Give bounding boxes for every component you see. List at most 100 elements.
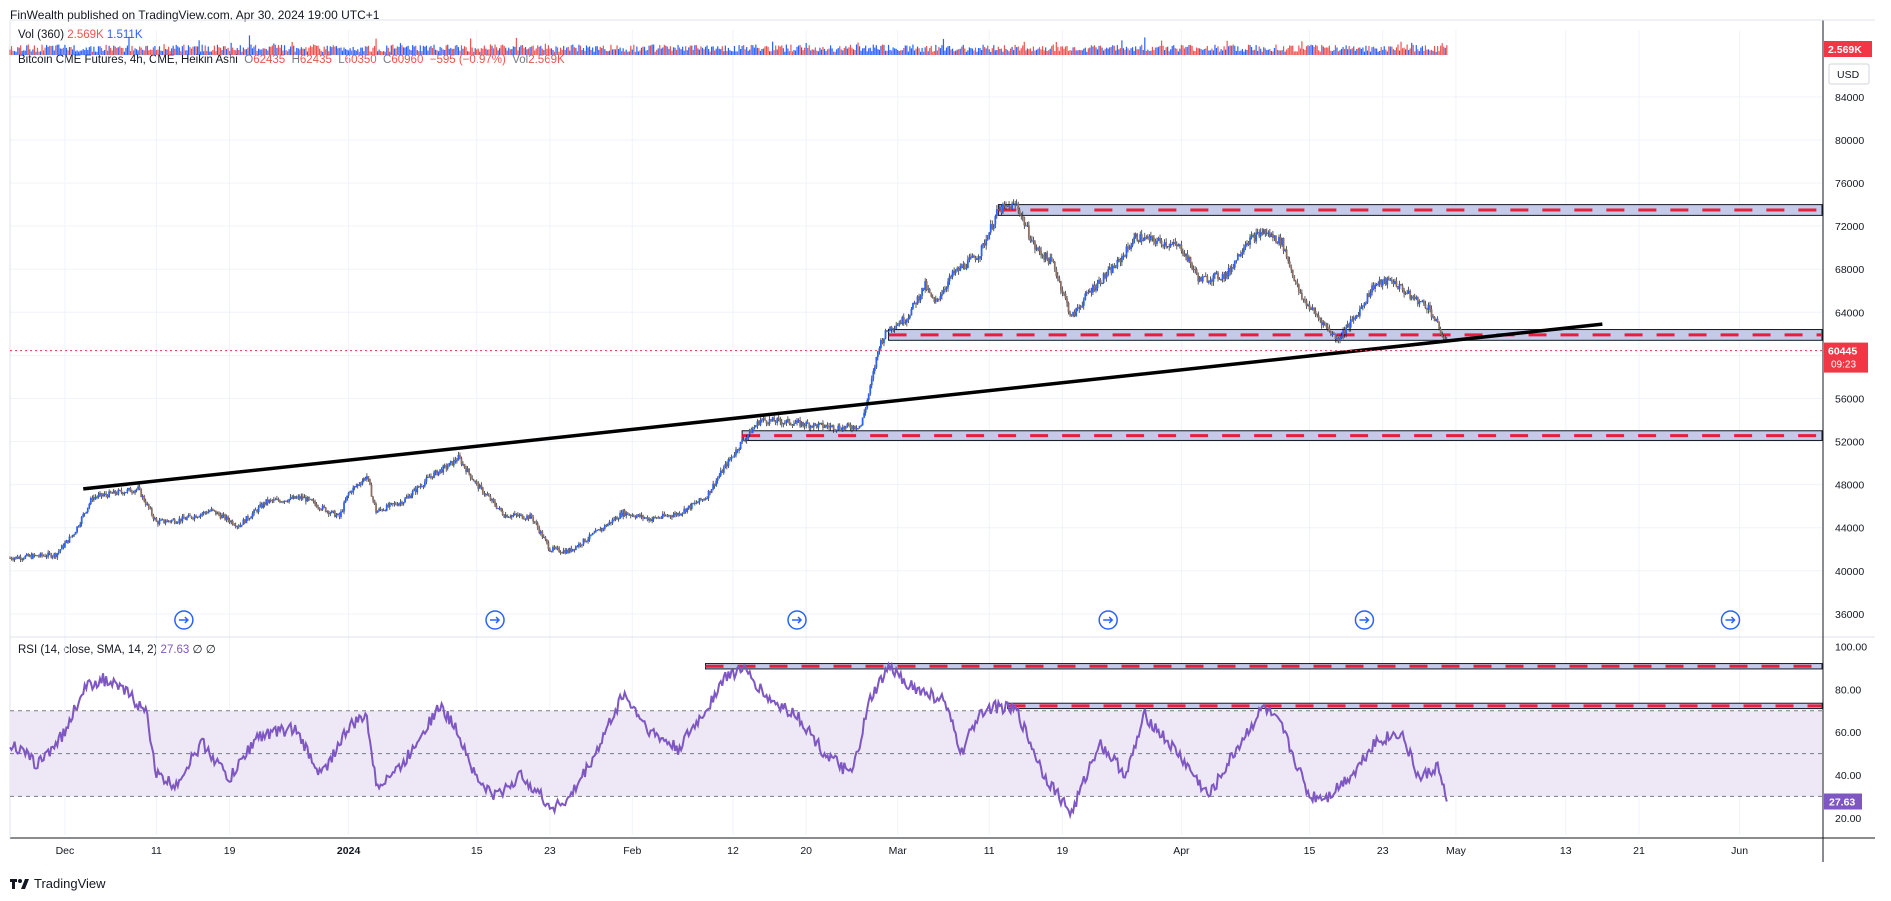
candle-body xyxy=(481,487,484,494)
volume-bar xyxy=(651,44,653,55)
volume-bar xyxy=(814,47,816,55)
volume-bar xyxy=(782,48,784,55)
volume-bar xyxy=(1164,50,1166,55)
volume-bar xyxy=(1128,50,1131,55)
volume-bar xyxy=(979,48,981,55)
volume-bar xyxy=(139,46,141,55)
volume-bar xyxy=(588,46,591,55)
volume-bar xyxy=(1103,50,1105,55)
volume-bar xyxy=(967,50,969,55)
volume-bar xyxy=(457,47,460,55)
volume-bar xyxy=(739,49,742,55)
candle-body xyxy=(1308,304,1311,310)
volume-bar xyxy=(1086,51,1088,55)
volume-bar xyxy=(395,48,397,55)
volume-bar xyxy=(253,46,255,55)
volume-bar xyxy=(1287,47,1289,55)
volume-bar xyxy=(1017,46,1019,55)
volume-bar xyxy=(1199,48,1201,55)
candle-body xyxy=(1241,252,1244,254)
candle-body xyxy=(341,511,344,513)
candle-body xyxy=(1021,215,1024,218)
candle-body xyxy=(558,547,560,552)
volume-bar xyxy=(476,49,478,55)
volume-bar xyxy=(894,48,896,55)
volume-bar xyxy=(171,48,173,55)
time-axis-label: 15 xyxy=(471,845,483,857)
volume-bar xyxy=(270,46,272,55)
volume-bar xyxy=(1403,47,1405,55)
candle-body xyxy=(550,550,553,552)
volume-bar xyxy=(322,51,324,55)
volume-bar xyxy=(128,36,130,55)
volume-bar xyxy=(1380,47,1382,55)
volume-bar xyxy=(50,46,52,55)
volume-bar xyxy=(378,49,380,55)
volume-bar xyxy=(535,48,537,55)
volume-bar xyxy=(187,45,190,55)
volume-bar xyxy=(1087,48,1089,55)
candle-body xyxy=(369,479,371,485)
volume-bar xyxy=(480,48,482,55)
candle-body xyxy=(433,472,435,478)
candle-body xyxy=(738,449,740,451)
volume-bar xyxy=(398,46,400,55)
volume-bar xyxy=(296,47,298,55)
volume-bar xyxy=(1446,45,1448,55)
volume-bar xyxy=(367,45,370,55)
candle-body xyxy=(13,557,16,560)
volume-bar xyxy=(707,49,710,55)
volume-bar xyxy=(1215,48,1218,55)
volume-bar xyxy=(532,45,534,55)
candle-body xyxy=(1142,240,1145,242)
volume-bar xyxy=(1244,49,1247,55)
candle-body xyxy=(716,478,719,481)
volume-bar xyxy=(912,44,914,55)
candle-body xyxy=(857,428,859,430)
volume-bar xyxy=(819,47,821,55)
volume-bar xyxy=(24,50,26,55)
chart-canvas[interactable]: 8400080000760007200068000640006000056000… xyxy=(0,0,1891,901)
volume-bar xyxy=(390,45,392,55)
candle-body xyxy=(1275,235,1277,242)
candle-body xyxy=(1291,269,1294,276)
candle-body xyxy=(942,290,945,295)
volume-bar xyxy=(389,51,391,55)
price-tick-label: 52000 xyxy=(1835,437,1864,449)
volume-bar xyxy=(1250,47,1253,55)
volume-bar xyxy=(747,50,749,55)
volume-bar xyxy=(1206,45,1208,55)
candle-body xyxy=(126,489,129,493)
volume-bar xyxy=(505,47,507,55)
volume-bar xyxy=(229,50,231,55)
volume-bar xyxy=(834,51,836,55)
volume-bar xyxy=(1170,49,1172,55)
volume-bar xyxy=(604,49,606,55)
candle-body xyxy=(524,518,527,520)
volume-bar xyxy=(617,49,620,55)
candle-body xyxy=(1105,274,1108,278)
volume-bar xyxy=(30,51,32,55)
volume-bar xyxy=(1350,49,1352,55)
candle-body xyxy=(109,491,112,493)
candle-body xyxy=(715,480,718,486)
candle-body xyxy=(1050,257,1053,261)
candle-body xyxy=(486,493,489,496)
volume-bar xyxy=(1231,45,1233,55)
volume-bar xyxy=(274,44,276,55)
time-axis-label: 15 xyxy=(1304,845,1316,857)
rsi-zone-1 xyxy=(1007,702,1823,710)
volume-bar xyxy=(1276,49,1279,55)
volume-bar xyxy=(1177,51,1179,55)
volume-bar xyxy=(1363,51,1366,55)
volume-bar xyxy=(1249,45,1251,55)
candle-body xyxy=(1235,260,1238,262)
volume-bar xyxy=(915,48,917,55)
volume-bar xyxy=(996,50,998,55)
volume-bar xyxy=(534,50,536,55)
volume-bar xyxy=(721,46,723,55)
volume-bar xyxy=(895,48,897,55)
candle-body xyxy=(1287,257,1290,262)
volume-bar xyxy=(1391,46,1393,55)
volume-bar xyxy=(1013,50,1015,55)
